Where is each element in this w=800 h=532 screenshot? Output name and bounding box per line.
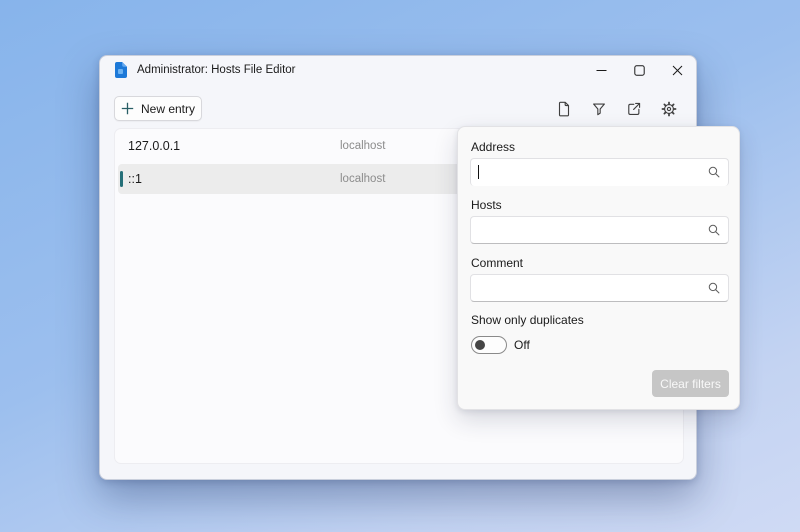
app-document-icon [114,62,127,78]
open-external-icon [625,100,643,118]
selection-indicator-bar [120,171,123,187]
toggle-state-label: Off [514,338,530,352]
entry-address: 127.0.0.1 [128,139,340,153]
settings-gear-icon [660,100,678,118]
text-caret [478,165,479,179]
maximize-button[interactable] [620,56,658,84]
hosts-filter-field [470,216,729,244]
address-filter-label: Address [471,140,515,154]
new-entry-label: New entry [141,102,195,116]
clear-filters-button[interactable]: Clear filters [652,370,729,397]
hosts-filter-input[interactable] [470,216,729,244]
filter-button[interactable] [589,99,609,119]
new-entry-button[interactable]: New entry [114,96,202,121]
filter-flyout-panel: Address Hosts Comment Show only duplicat… [457,126,740,410]
show-only-duplicates-label: Show only duplicates [471,313,584,327]
file-icon [555,100,573,118]
comment-filter-input[interactable] [470,274,729,302]
open-external-button[interactable] [624,99,644,119]
titlebar[interactable]: Administrator: Hosts File Editor [100,56,696,84]
filter-icon [590,100,608,118]
plus-icon [121,102,134,115]
toggle-knob [475,340,485,350]
address-filter-field [470,158,729,186]
window-title: Administrator: Hosts File Editor [137,64,296,76]
comment-filter-label: Comment [471,256,523,270]
close-button[interactable] [658,56,696,84]
comment-filter-field [470,274,729,302]
minimize-icon [596,65,607,76]
entry-hosts: localhost [340,140,385,152]
address-filter-input[interactable] [470,158,729,186]
duplicates-toggle[interactable] [471,336,507,354]
entry-address: ::1 [128,172,340,186]
file-button[interactable] [554,99,574,119]
maximize-icon [634,65,645,76]
hosts-filter-label: Hosts [471,198,502,212]
entry-hosts: localhost [340,173,385,185]
minimize-button[interactable] [582,56,620,84]
desktop: { "window": { "title": "Administrator: H… [0,0,800,532]
toolbar-icons [554,99,679,119]
close-icon [672,65,683,76]
settings-button[interactable] [659,99,679,119]
window-controls [582,56,696,84]
